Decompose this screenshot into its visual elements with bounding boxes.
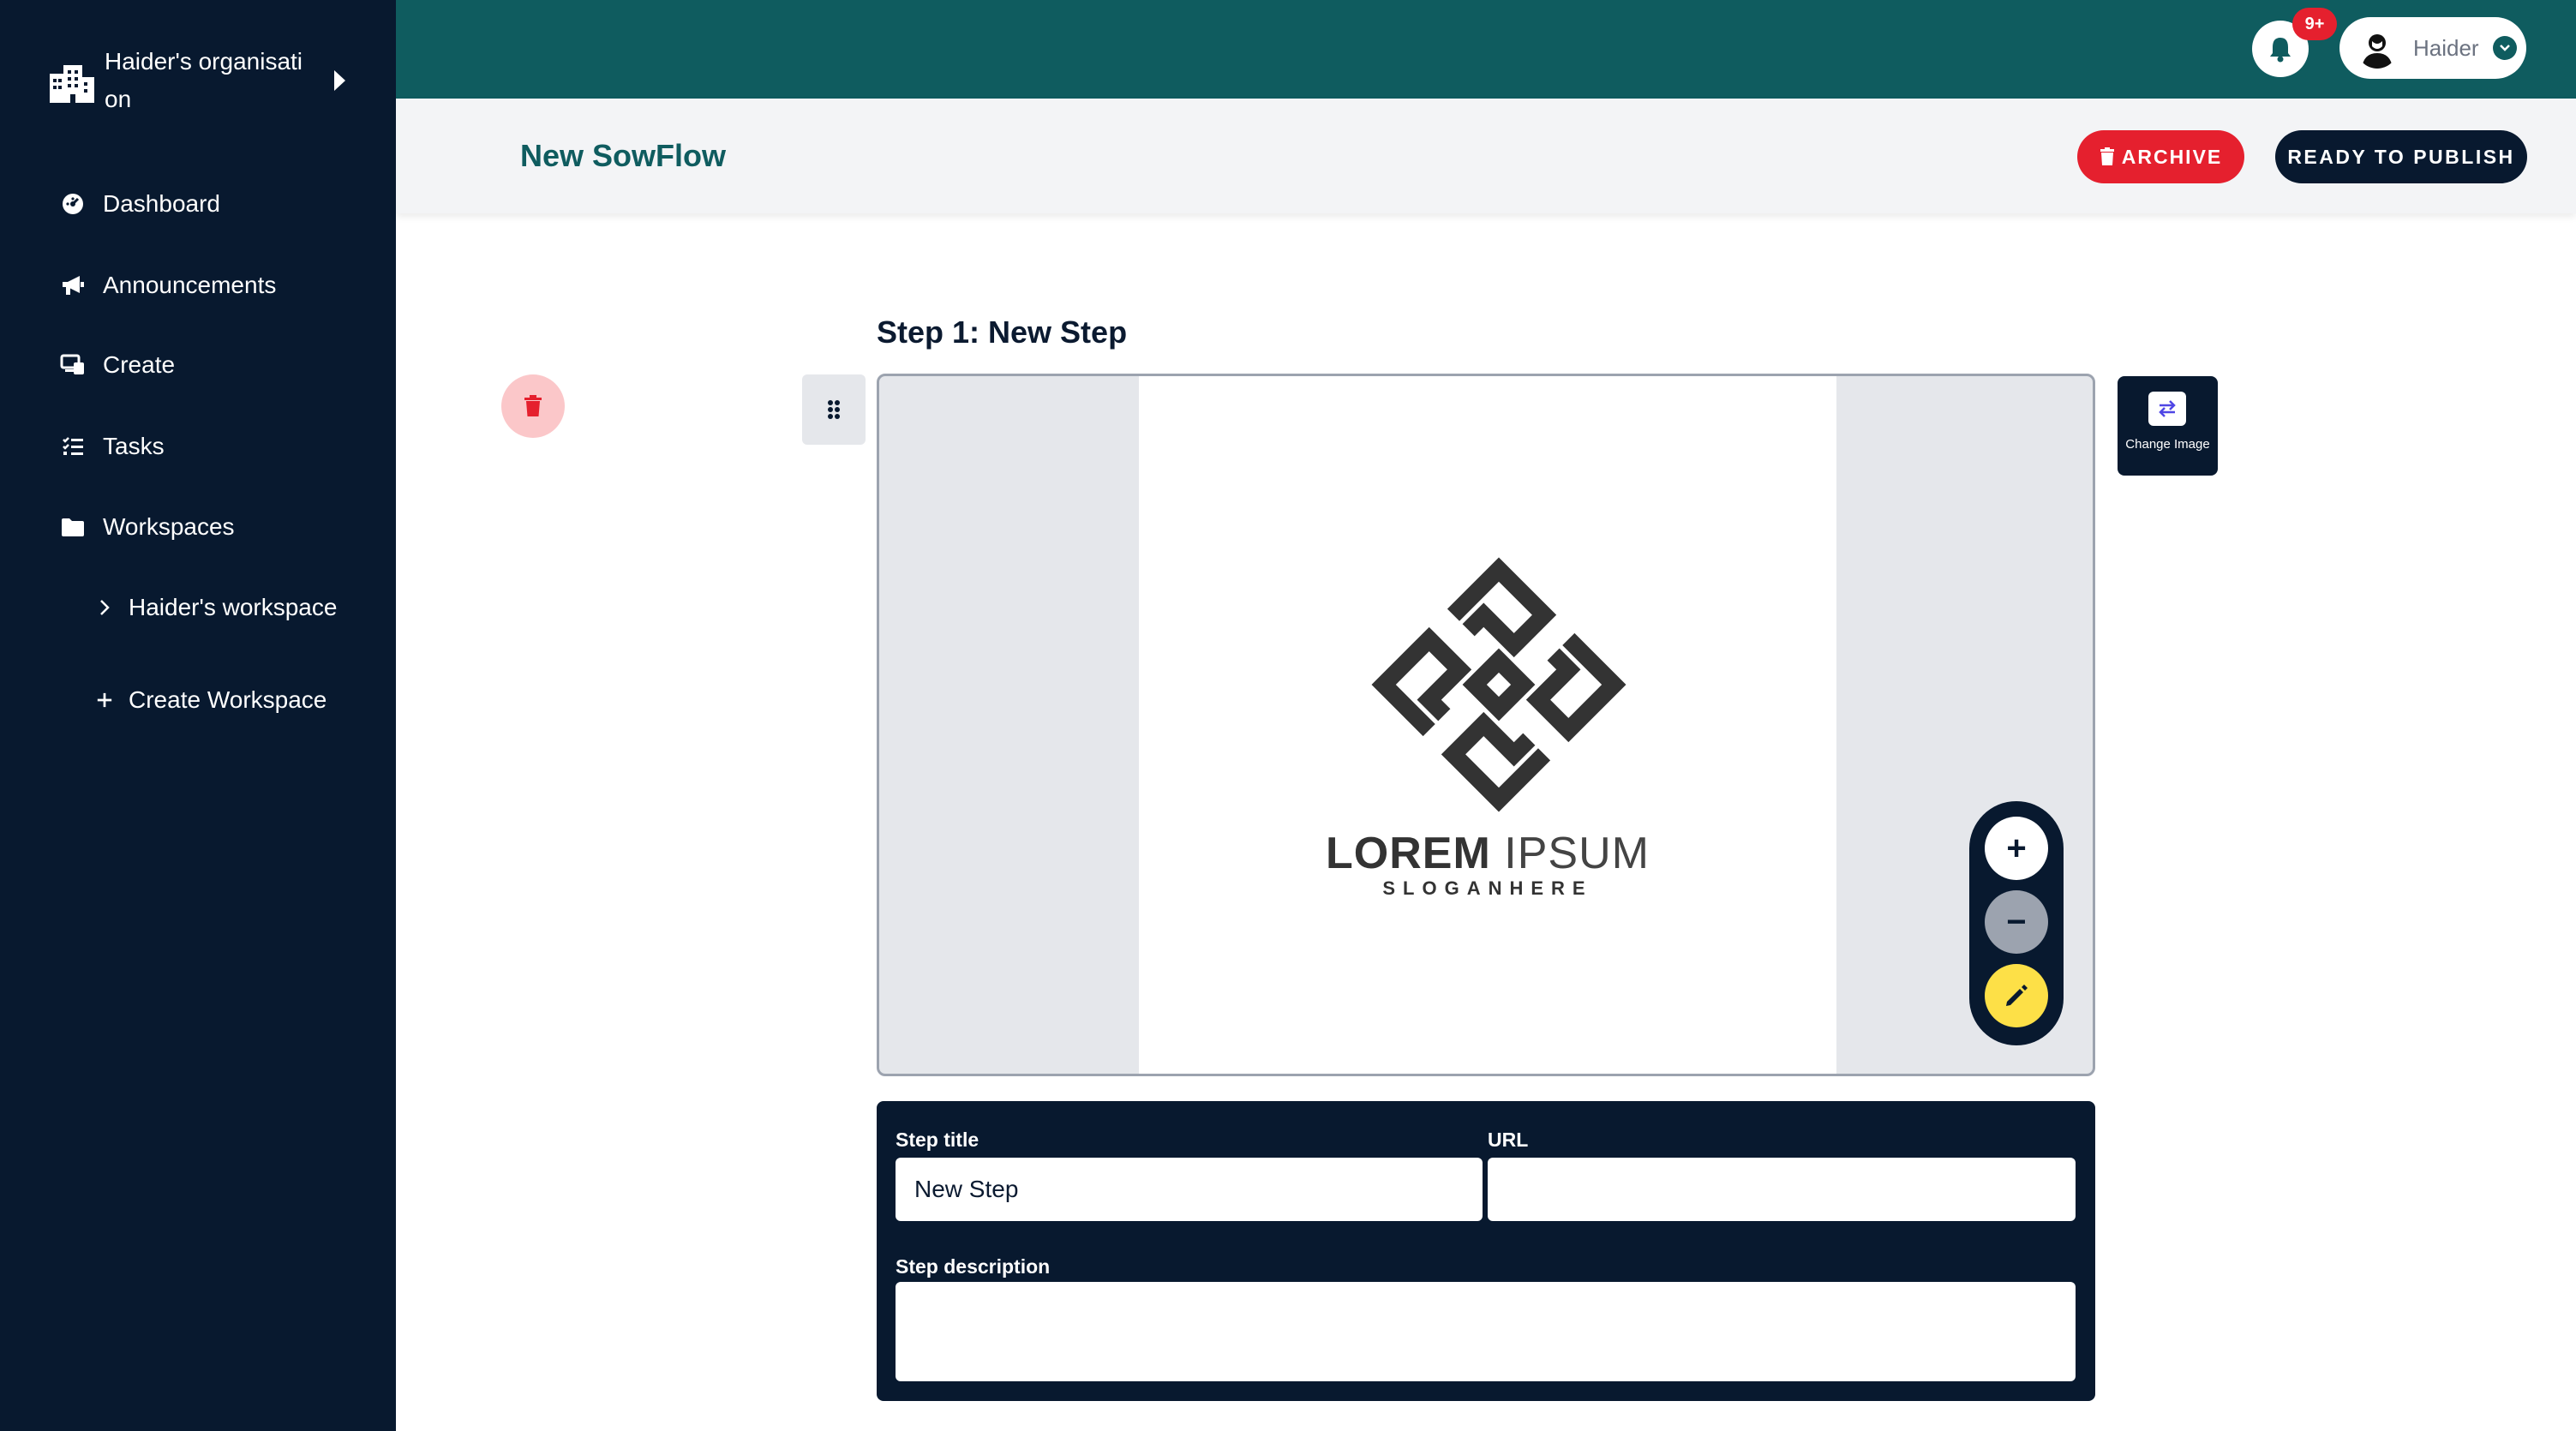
bell-icon (2270, 38, 2291, 63)
user-menu[interactable]: Haider (2339, 17, 2526, 79)
sidebar-item-label: Haider's workspace (129, 594, 338, 620)
sidebar-item-announcements[interactable]: Announcements (60, 260, 276, 311)
create-workspace-button[interactable]: Create Workspace (96, 674, 326, 726)
archive-button[interactable]: ARCHIVE (2077, 130, 2244, 183)
pencil-icon (2006, 985, 2028, 1006)
step-heading: Step 1: New Step (877, 314, 1128, 350)
step-image-canvas[interactable]: LOREM IPSUM SLOGANHERE + − (877, 374, 2095, 1076)
zoom-in-button[interactable]: + (1985, 817, 2048, 880)
trash-icon (2100, 147, 2115, 166)
folder-icon (60, 514, 86, 540)
sidebar-item-label: Dashboard (103, 190, 220, 217)
edit-annotation-button[interactable] (1985, 964, 2048, 1027)
sidebar: Haider's organisati on Dashboard Announc… (0, 0, 396, 1431)
building-icon (50, 65, 94, 103)
step-image: LOREM IPSUM SLOGANHERE (1139, 376, 1836, 1074)
sidebar-item-dashboard[interactable]: Dashboard (60, 178, 220, 230)
avatar (2357, 27, 2398, 69)
top-bar (396, 0, 2576, 99)
delete-step-button[interactable] (501, 374, 565, 438)
sidebar-item-create[interactable]: Create (60, 339, 175, 391)
step-form: Step title URL Step description (877, 1101, 2095, 1401)
change-image-label: Change Image (2125, 437, 2210, 452)
zoom-controls: + − (1969, 801, 2064, 1045)
create-workspace-label: Create Workspace (129, 686, 327, 713)
archive-label: ARCHIVE (2121, 145, 2223, 168)
sidebar-item-haiders-workspace[interactable]: Haider's workspace (96, 582, 337, 633)
megaphone-icon (60, 272, 86, 298)
logo-wordmark: LOREM IPSUM (1326, 829, 1650, 878)
zoom-out-button[interactable]: − (1985, 890, 2048, 954)
sidebar-item-label: Tasks (103, 433, 165, 459)
plus-icon (96, 687, 113, 713)
sidebar-item-label: Announcements (103, 272, 277, 298)
org-switcher[interactable]: Haider's organisati on (48, 43, 365, 120)
tasks-icon (60, 434, 86, 459)
page-title: New SowFlow (520, 138, 727, 173)
user-name: Haider (2413, 34, 2479, 61)
grip-icon (828, 400, 840, 419)
logo-slogan: SLOGANHERE (1382, 877, 1593, 899)
logo-mark (1371, 557, 1626, 812)
chevron-right-icon (96, 595, 113, 620)
dashboard-icon (60, 191, 86, 217)
chevron-down-icon (2492, 36, 2517, 60)
sidebar-item-label: Create (103, 351, 176, 378)
ready-to-publish-button[interactable]: READY TO PUBLISH (2275, 130, 2527, 183)
step-description-input[interactable] (896, 1282, 2076, 1381)
swap-icon (2148, 392, 2186, 426)
url-input[interactable] (1488, 1158, 2076, 1221)
drag-handle[interactable] (802, 374, 866, 445)
sidebar-item-workspaces[interactable]: Workspaces (60, 501, 235, 553)
create-icon (60, 352, 86, 378)
caret-right-icon (334, 70, 345, 91)
org-name: Haider's organisati on (105, 48, 303, 112)
step-title-label: Step title (896, 1129, 979, 1151)
change-image-button[interactable]: Change Image (2118, 376, 2218, 476)
sidebar-item-tasks[interactable]: Tasks (60, 421, 165, 472)
notification-badge: 9+ (2292, 8, 2337, 40)
trash-icon (524, 395, 542, 416)
step-title-input[interactable] (896, 1158, 1483, 1221)
sidebar-item-label: Workspaces (103, 513, 235, 540)
step-description-label: Step description (896, 1255, 1051, 1278)
url-label: URL (1488, 1129, 1529, 1151)
page-header: New SowFlow ARCHIVE READY TO PUBLISH (396, 99, 2576, 213)
